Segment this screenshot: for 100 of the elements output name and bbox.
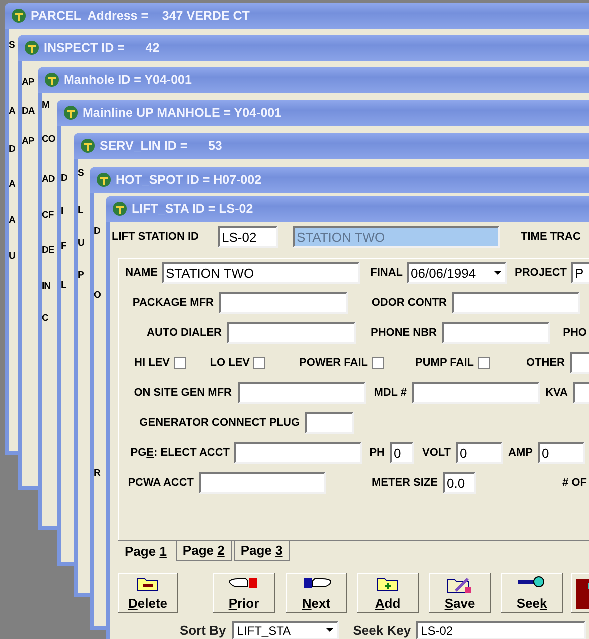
field-label: PCWA ACCT [127,477,195,489]
field-label: PHO [562,327,588,339]
app-icon [44,72,60,88]
input-field[interactable] [238,382,366,404]
field-label: D [61,172,68,186]
toolbar-button[interactable]: Save [429,573,491,613]
window-title: LIFT_STA ID = LS-02 [132,202,254,216]
field-label: U [9,250,16,264]
field-label: O [94,289,101,303]
input-field[interactable] [452,292,580,314]
field-label: CO [42,133,56,147]
input-field[interactable] [199,472,326,494]
checkbox[interactable] [478,357,490,369]
field-label: D [94,225,100,239]
input-field[interactable] [219,292,348,314]
folder-pencil-icon [447,576,473,594]
toolbar-button[interactable]: Next [286,573,347,613]
input-field[interactable]: STATION TWO [162,262,360,284]
dropdown-arrow-icon [494,270,502,276]
folder-plus-icon [377,576,399,592]
field-label: DE [42,244,54,258]
field-label: A [9,178,16,192]
dropdown-arrow-icon [326,628,334,633]
window-title: INSPECT ID = 42 [44,41,160,55]
field-label: PROJECT [514,267,568,279]
field-label: DA [22,105,35,119]
field-label: OTHER [526,357,566,369]
field-label: D [9,143,16,157]
input-field[interactable]: 0 [456,442,503,464]
input-field[interactable] [412,382,540,404]
app-icon [63,105,79,121]
page-tab[interactable]: Page 2 [176,541,232,561]
input-field[interactable] [442,322,550,344]
field-label: L [78,204,84,218]
field-label: M [42,99,50,113]
toolbar-button[interactable]: Seek [501,573,563,613]
field-label: A [9,214,16,228]
hand-left-icon [229,576,259,590]
field-label: IN [42,280,50,294]
sort-dropdown[interactable]: LIFT_STA [232,621,340,639]
date-dropdown[interactable]: 06/06/1994 [407,262,507,284]
field-label: NAME [124,267,159,279]
field-label: CF [42,209,54,223]
window-title: HOT_SPOT ID = H07-002 [116,173,262,187]
field-label: LO LEV [209,357,251,369]
input-field[interactable]: 0 [390,442,414,464]
input-field[interactable] [305,412,354,434]
field-label: POWER FAIL [298,357,369,369]
field-label: P [78,269,84,283]
field-label: METER SIZE [370,477,439,489]
window-title: Mainline UP MANHOLE = Y04-001 [83,106,282,120]
window-title: PARCEL Address = 347 VERDE CT [31,9,250,23]
input-field[interactable]: 0 [538,442,585,464]
field-label: R [94,467,100,481]
field-label: C [42,312,48,326]
field-label: PGE: ELECT ACCT [130,447,231,459]
input-field[interactable] [227,322,356,344]
input-field[interactable]: P [571,262,589,284]
field-label: S [78,167,84,181]
checkbox[interactable] [372,357,384,369]
field-label: A [9,105,16,119]
field-label: # OF [562,477,588,489]
field-label: L [61,279,66,293]
field-label: AUTO DIALER [146,327,223,339]
app-icon [11,8,27,24]
toolbar-button[interactable]: Add [357,573,419,613]
input-field[interactable]: 0.0 [443,472,476,494]
input-field[interactable]: LS-02 [416,621,586,639]
page-tab[interactable]: Page 3 [234,541,290,561]
app-icon [80,138,96,154]
field-label: ODOR CONTR [370,297,448,309]
field-label: PH [368,447,386,459]
checkbox[interactable] [253,357,265,369]
input-field[interactable]: LS-02 [218,226,278,248]
app-icon [24,40,40,56]
hand-right-icon [302,576,332,590]
checkbox[interactable] [174,357,186,369]
field-label: F [61,240,66,254]
field-label: U [78,237,84,251]
field-label: ON SITE GEN MFR [133,387,233,399]
field-label: VOLT [421,447,452,459]
field-label: AP [22,76,34,90]
toolbar-button[interactable]: Prior [213,573,275,613]
window-title: Manhole ID = Y04-001 [64,73,192,87]
input-field[interactable] [234,442,362,464]
folder-minus-icon [137,576,159,592]
field-label: Seek Key [353,623,412,638]
field-label: GENERATOR CONNECT PLUG [138,417,301,429]
field-label: Sort By [180,623,226,638]
field-label: AMP [508,447,534,459]
toolbar-button[interactable]: Delete [118,573,178,613]
field-label: KVA [544,387,569,399]
window-title: SERV_LIN ID = 53 [100,139,222,153]
app-icon [96,172,112,188]
field-label: FINAL [370,267,404,279]
field-label: LIFT STATION ID [112,231,200,243]
field-label: I [61,205,64,219]
field-label: AP [22,135,34,149]
field-label: PUMP FAIL [414,357,475,369]
field-label: PACKAGE MFR [132,297,215,309]
